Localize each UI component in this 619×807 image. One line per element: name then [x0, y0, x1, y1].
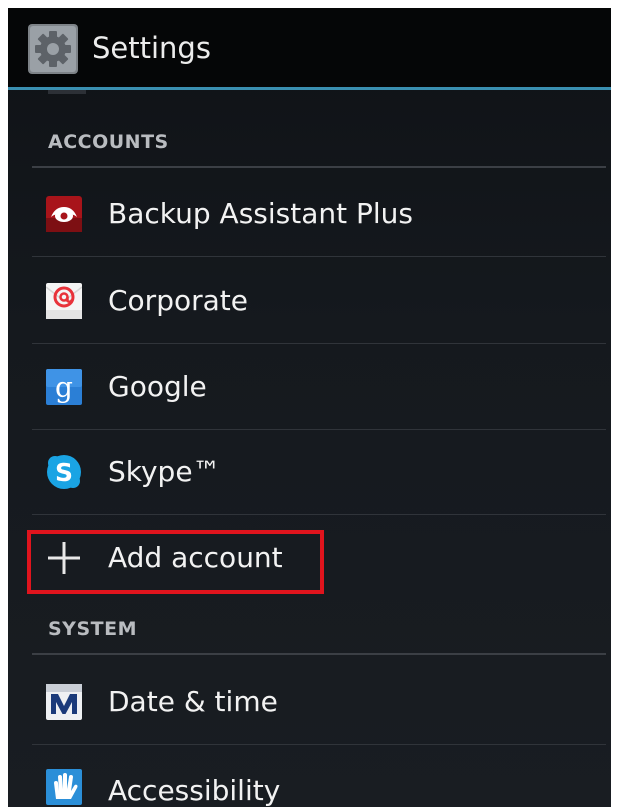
- account-item-label: Google: [108, 370, 207, 403]
- svg-text:S: S: [55, 458, 73, 487]
- backup-assistant-icon: [46, 196, 82, 232]
- account-item-backup-assistant-plus[interactable]: Backup Assistant Plus: [32, 172, 606, 256]
- date-time-icon: [46, 684, 82, 720]
- list-divider: [32, 343, 606, 344]
- accessibility-hand-icon: [46, 769, 82, 805]
- page-title: Settings: [92, 31, 211, 65]
- system-item-accessibility[interactable]: Accessibility: [32, 747, 606, 807]
- list-divider: [32, 514, 606, 515]
- system-item-label: Accessibility: [108, 774, 281, 807]
- section-rule: [32, 653, 606, 655]
- account-item-corporate[interactable]: Corporate: [32, 259, 606, 343]
- account-item-label: Backup Assistant Plus: [108, 197, 413, 230]
- section-header-accounts: ACCOUNTS: [48, 131, 169, 153]
- account-item-skype[interactable]: S Skype™: [32, 430, 606, 514]
- settings-gear-icon[interactable]: [28, 24, 78, 74]
- list-divider: [32, 744, 606, 745]
- google-icon: g: [46, 369, 82, 405]
- add-account-highlight: [27, 530, 324, 594]
- skype-icon: S: [46, 454, 82, 490]
- corporate-mail-icon: [45, 283, 83, 319]
- account-item-google[interactable]: g Google: [32, 345, 606, 429]
- list-divider: [32, 256, 606, 257]
- section-rule: [32, 166, 606, 168]
- system-item-date-time[interactable]: Date & time: [32, 660, 606, 744]
- section-header-system: SYSTEM: [48, 618, 137, 640]
- account-item-label: Skype™: [108, 455, 221, 488]
- action-bar: Settings: [8, 8, 611, 90]
- svg-text:g: g: [55, 371, 73, 404]
- account-item-label: Corporate: [108, 284, 248, 317]
- settings-screen: Settings ACCOUNTS Backup Assistant Plus: [8, 8, 611, 807]
- system-item-label: Date & time: [108, 685, 278, 718]
- scroll-peek-divider: [48, 90, 86, 94]
